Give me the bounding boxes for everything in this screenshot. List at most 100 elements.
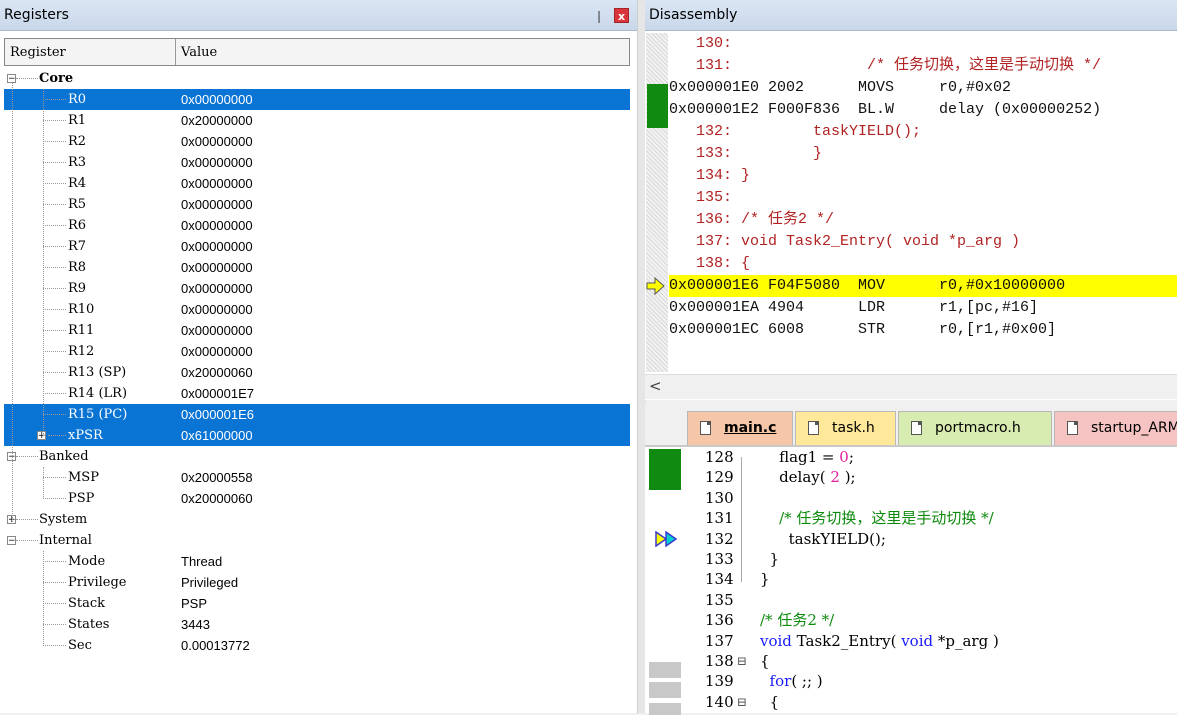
disassembly-listing[interactable]: 130: 131: /* 任务切换，这里是手动切换 */ 0x000001E0 2… <box>669 33 1177 372</box>
code-token: 0 <box>839 448 849 466</box>
source-line[interactable]: 134: } <box>669 165 1177 187</box>
pin-icon[interactable]: ❘ <box>592 9 606 23</box>
disassembly-gutter[interactable] <box>646 33 668 372</box>
code-text: for( ;; ) <box>760 671 823 691</box>
tab-portmacro-h[interactable]: portmacro.h <box>898 411 1052 445</box>
tree-group-system[interactable]: + System <box>4 509 630 530</box>
column-value[interactable]: Value <box>176 39 626 65</box>
source-line[interactable]: 136: /* 任务2 */ <box>669 209 1177 231</box>
close-icon[interactable]: x <box>614 8 629 23</box>
source-line[interactable]: 130: <box>669 33 1177 55</box>
code-line[interactable]: 135 <box>685 590 1177 610</box>
register-row[interactable]: R7 0x00000000 <box>4 236 630 257</box>
code-line[interactable]: 129 delay( 2 ); <box>685 467 1177 487</box>
coverage-marker <box>649 662 681 678</box>
register-row[interactable]: R11 0x00000000 <box>4 320 630 341</box>
register-row[interactable]: R13 (SP) 0x20000060 <box>4 362 630 383</box>
code-line[interactable]: 130 <box>685 488 1177 508</box>
tree-group-core[interactable]: − Core <box>4 68 630 89</box>
register-name: R6 <box>68 218 87 233</box>
executed-marker <box>649 449 681 490</box>
coverage-marker <box>649 703 681 715</box>
register-name: Internal <box>39 533 92 548</box>
tree-connector <box>43 120 66 121</box>
register-name: Core <box>39 71 74 86</box>
source-line[interactable]: 135: <box>669 187 1177 209</box>
fold-collapse-icon[interactable]: ⊟ <box>737 692 747 712</box>
asm-line[interactable]: 0x000001EA 4904 LDR r1,[pc,#16] <box>669 297 1177 319</box>
code-line[interactable]: 133 } <box>685 549 1177 569</box>
tree-connector <box>43 288 66 289</box>
register-row[interactable]: R1 0x20000000 <box>4 110 630 131</box>
asm-line[interactable]: 0x000001EC 6008 STR r0,[r1,#0x00] <box>669 319 1177 341</box>
register-row[interactable]: R2 0x00000000 <box>4 131 630 152</box>
line-number: 130 <box>705 488 734 507</box>
tree-connector <box>43 351 66 352</box>
register-row[interactable]: Stack PSP <box>4 593 630 614</box>
horizontal-scrollbar[interactable]: < <box>645 374 1177 399</box>
register-row[interactable]: Sec 0.00013772 <box>4 635 630 656</box>
register-name: R7 <box>68 239 87 254</box>
tab-task-h[interactable]: task.h <box>795 411 896 445</box>
editor-gutter[interactable] <box>649 447 681 715</box>
line-number: 139 <box>705 672 734 691</box>
source-line[interactable]: 133: } <box>669 143 1177 165</box>
tab-main-c[interactable]: main.c <box>687 411 793 445</box>
register-row[interactable]: R14 (LR) 0x000001E7 <box>4 383 630 404</box>
code-line[interactable]: 132 taskYIELD(); <box>685 529 1177 549</box>
source-line[interactable]: 132: taskYIELD(); <box>669 121 1177 143</box>
source-line[interactable]: 137: void Task2_Entry( void *p_arg ) <box>669 231 1177 253</box>
source-line[interactable]: 138: { <box>669 253 1177 275</box>
register-row[interactable]: R12 0x00000000 <box>4 341 630 362</box>
register-row[interactable]: R5 0x00000000 <box>4 194 630 215</box>
tree-group-banked[interactable]: − Banked <box>4 446 630 467</box>
code-line[interactable]: 134} <box>685 569 1177 589</box>
asm-line[interactable]: 0x000001E0 2002 MOVS r0,#0x02 <box>669 77 1177 99</box>
code-line[interactable]: 138 ⊟ { <box>685 651 1177 671</box>
tab-label: task.h <box>832 420 875 436</box>
line-number: 128 <box>705 448 734 466</box>
expand-icon[interactable]: + <box>37 431 46 441</box>
register-row[interactable]: R0 0x00000000 <box>4 89 630 110</box>
register-row[interactable]: R15 (PC) 0x000001E6 <box>4 404 630 425</box>
fold-collapse-icon[interactable]: ⊟ <box>737 651 747 671</box>
code-line[interactable]: 128 flag1 = 0; <box>685 447 1177 467</box>
collapse-icon[interactable]: − <box>7 536 16 546</box>
code-line[interactable]: 139 for( ;; ) <box>685 671 1177 691</box>
asm-line[interactable]: 0x000001E2 F000F836 BL.W delay (0x000002… <box>669 99 1177 121</box>
code-line[interactable]: 140 ⊟ { <box>685 692 1177 712</box>
source-line[interactable]: 131: /* 任务切换，这里是手动切换 */ <box>669 55 1177 77</box>
register-name: xPSR <box>68 428 103 443</box>
register-row[interactable]: PSP 0x20000060 <box>4 488 630 509</box>
scroll-left-icon[interactable]: < <box>649 377 662 395</box>
register-row[interactable]: R3 0x00000000 <box>4 152 630 173</box>
register-row[interactable]: R9 0x00000000 <box>4 278 630 299</box>
code-token: taskYIELD(); <box>760 529 886 548</box>
column-register[interactable]: Register <box>5 39 176 65</box>
tree-connector <box>43 561 66 562</box>
tab-startup[interactable]: startup_ARMCM3.s <box>1054 411 1177 445</box>
code-editor[interactable]: 128 flag1 = 0; 129 delay( 2 ); 130 131 /* 任… <box>685 447 1177 713</box>
register-row[interactable]: R4 0x00000000 <box>4 173 630 194</box>
register-row[interactable]: Privilege Privileged <box>4 572 630 593</box>
register-row[interactable]: Mode Thread <box>4 551 630 572</box>
collapse-icon[interactable]: − <box>7 74 16 84</box>
register-row[interactable]: R8 0x00000000 <box>4 257 630 278</box>
asm-line[interactable]: 0x000001E6 F04F5080 MOV r0,#0x10000000 <box>669 275 1177 297</box>
register-name: R10 <box>68 302 95 317</box>
register-name: States <box>68 617 110 632</box>
register-tree: − Core R0 0x00000000 R1 0x20000000 R2 0x0000000… <box>4 68 630 656</box>
register-name: R5 <box>68 197 87 212</box>
register-value: 0x00000000 <box>181 176 253 191</box>
register-row[interactable]: States 3443 <box>4 614 630 635</box>
code-line[interactable]: 136 /* 任务2 */ <box>685 610 1177 630</box>
code-line[interactable]: 131 /* 任务切换，这里是手动切换 */ <box>685 508 1177 528</box>
register-value: 0x20000060 <box>181 365 253 380</box>
register-row[interactable]: R10 0x00000000 <box>4 299 630 320</box>
line-number: 140 <box>705 692 734 711</box>
register-row[interactable]: + xPSR 0x61000000 <box>4 425 630 446</box>
tree-group-internal[interactable]: − Internal <box>4 530 630 551</box>
register-row[interactable]: R6 0x00000000 <box>4 215 630 236</box>
code-line[interactable]: 137 void Task2_Entry( void *p_arg ) <box>685 631 1177 651</box>
register-row[interactable]: MSP 0x20000558 <box>4 467 630 488</box>
